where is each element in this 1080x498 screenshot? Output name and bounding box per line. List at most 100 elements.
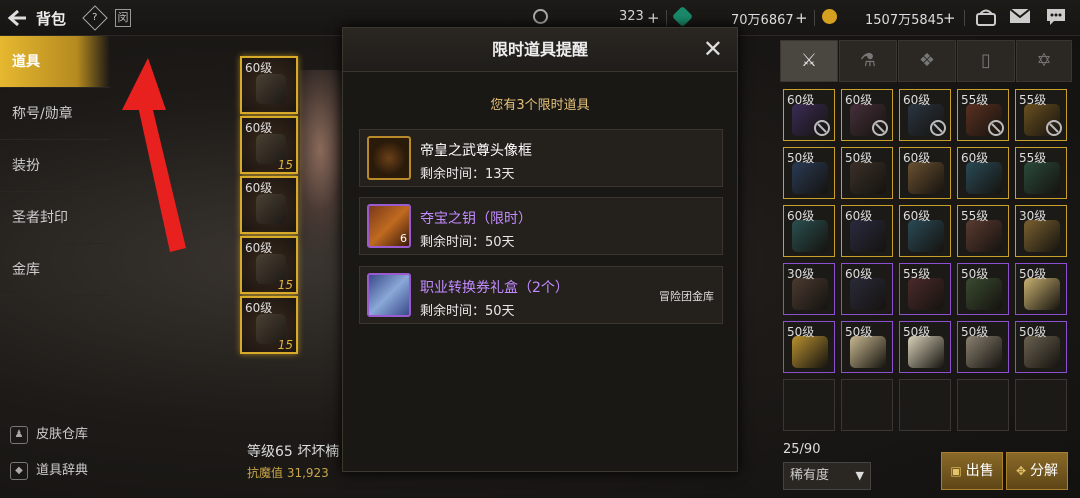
sidebar-item-costume[interactable]: 装扮: [0, 140, 110, 192]
dialog-subtitle: 您有3个限时道具: [490, 98, 590, 113]
inventory-slot[interactable]: 50级: [899, 321, 951, 373]
back-arrow-icon[interactable]: [6, 7, 28, 29]
currency1-add-button[interactable]: +: [647, 9, 660, 27]
green-gem-icon: [671, 5, 694, 28]
inventory-slot[interactable]: 60级: [841, 205, 893, 257]
inventory-slot[interactable]: 60级: [899, 89, 951, 141]
item-art: [1024, 278, 1060, 310]
item-art: [792, 278, 828, 310]
item-level: 50级: [787, 325, 815, 339]
no-trade-icon: [1046, 120, 1062, 136]
sidebar-item-titles[interactable]: 称号/勋章: [0, 88, 110, 140]
item-location-tag: 冒险团金库: [659, 290, 714, 303]
no-trade-icon: [988, 120, 1004, 136]
gold-coin-icon: [822, 9, 837, 24]
item-remaining-time: 剩余时间：50天: [420, 235, 515, 250]
inventory-slot[interactable]: 55级: [899, 263, 951, 315]
tab-materials[interactable]: ❖: [898, 40, 956, 82]
empty-inventory-slot[interactable]: [957, 379, 1009, 431]
avatar-frame-icon: [367, 136, 411, 180]
page-title: 背包: [36, 10, 67, 28]
inventory-slot[interactable]: 30级: [783, 263, 835, 315]
sidebar-item-seal[interactable]: 圣者封印: [0, 192, 110, 244]
close-icon[interactable]: ✕: [703, 37, 723, 61]
item-dictionary-icon: ◆: [10, 461, 28, 480]
no-trade-icon: [930, 120, 946, 136]
inventory-slot[interactable]: 60级: [957, 147, 1009, 199]
equip-enhance: 15: [277, 338, 293, 352]
tab-equipment[interactable]: ⚔: [780, 40, 838, 82]
item-art: [966, 220, 1002, 252]
equipment-slot[interactable]: 60级: [240, 176, 298, 234]
empty-inventory-slot[interactable]: [783, 379, 835, 431]
inventory-slot[interactable]: 60级: [841, 263, 893, 315]
chat-icon[interactable]: [1045, 7, 1067, 32]
inventory-slot[interactable]: 50级: [1015, 321, 1067, 373]
inventory-slot[interactable]: 55级: [957, 89, 1009, 141]
item-art: [850, 220, 886, 252]
equip-enhance: 15: [277, 278, 293, 292]
currency2-add-button[interactable]: +: [795, 9, 808, 27]
equipment-slot[interactable]: 60级: [240, 56, 298, 114]
gift-box-icon: [367, 273, 411, 317]
sidebar-item-vault[interactable]: 金库: [0, 244, 110, 296]
inventory-slot[interactable]: 50级: [783, 147, 835, 199]
item-level: 50级: [787, 151, 815, 165]
tab-cards[interactable]: ▯: [957, 40, 1015, 82]
guide-book-icon[interactable]: 闵: [115, 9, 131, 27]
item-level: 50级: [1019, 325, 1047, 339]
treasure-chest-icon[interactable]: [975, 7, 997, 32]
item-level: 60级: [903, 151, 931, 165]
decompose-icon: ✥: [1015, 464, 1027, 478]
item-art: [908, 220, 944, 252]
dialog-title: 限时道具提醒: [343, 28, 737, 72]
decompose-button[interactable]: ✥ 分解: [1006, 452, 1068, 490]
item-remaining-time: 剩余时间：50天: [420, 304, 515, 319]
sell-button[interactable]: ▣ 出售: [941, 452, 1003, 490]
inventory-slot[interactable]: 60级: [899, 205, 951, 257]
inventory-slot[interactable]: 50级: [957, 263, 1009, 315]
card-icon: ▯: [981, 50, 991, 71]
inventory-slot[interactable]: 50级: [1015, 263, 1067, 315]
limited-item-row[interactable]: 帝皇之武尊头像框 剩余时间：13天: [359, 129, 723, 187]
item-dictionary-label: 道具辞典: [36, 463, 89, 478]
potion-icon: ⚗: [859, 50, 877, 71]
limited-item-row[interactable]: 6 夺宝之钥（限时） 剩余时间：50天: [359, 197, 723, 255]
inventory-slot[interactable]: 55级: [957, 205, 1009, 257]
item-art: [792, 336, 828, 368]
inventory-slot[interactable]: 50级: [957, 321, 1009, 373]
mail-icon[interactable]: [1009, 7, 1031, 30]
equipment-slot[interactable]: 60级 15: [240, 236, 298, 294]
inventory-slot[interactable]: 50级: [841, 147, 893, 199]
tab-special[interactable]: ✡: [1016, 40, 1072, 82]
inventory-slot[interactable]: 60级: [783, 205, 835, 257]
item-level: 60级: [845, 209, 873, 223]
help-icon[interactable]: ?: [82, 5, 108, 31]
sort-dropdown[interactable]: 稀有度 ▼: [783, 462, 871, 490]
item-dictionary-button[interactable]: ◆ 道具辞典: [10, 459, 88, 480]
inventory-slot[interactable]: 55级: [1015, 89, 1067, 141]
item-art: [1024, 162, 1060, 194]
inventory-slot[interactable]: 30级: [1015, 205, 1067, 257]
item-art: [850, 278, 886, 310]
character-stat: 抗魔值 31,923: [247, 466, 329, 480]
equipment-slot[interactable]: 60级 15: [240, 296, 298, 354]
empty-inventory-slot[interactable]: [1015, 379, 1067, 431]
inventory-slot[interactable]: 60级: [899, 147, 951, 199]
skin-storage-button[interactable]: ♟ 皮肤仓库: [10, 423, 88, 444]
empty-inventory-slot[interactable]: [841, 379, 893, 431]
equipment-slot[interactable]: 60级 15: [240, 116, 298, 174]
sidebar-item-items[interactable]: 道具: [0, 36, 110, 88]
currency3-add-button[interactable]: +: [943, 9, 956, 27]
sell-label: 出售: [965, 463, 994, 479]
limited-item-dialog: 限时道具提醒 ✕ 您有3个限时道具 帝皇之武尊头像框 剩余时间：13天 6 夺宝…: [342, 27, 738, 472]
inventory-slot[interactable]: 50级: [841, 321, 893, 373]
inventory-slot[interactable]: 50级: [783, 321, 835, 373]
inventory-slot[interactable]: 55级: [1015, 147, 1067, 199]
inventory-slot[interactable]: 60级: [783, 89, 835, 141]
limited-item-row[interactable]: 职业转换券礼盒（2个） 剩余时间：50天 冒险团金库: [359, 266, 723, 324]
empty-inventory-slot[interactable]: [899, 379, 951, 431]
item-level: 60级: [903, 93, 931, 107]
tab-consumables[interactable]: ⚗: [839, 40, 897, 82]
inventory-slot[interactable]: 60级: [841, 89, 893, 141]
